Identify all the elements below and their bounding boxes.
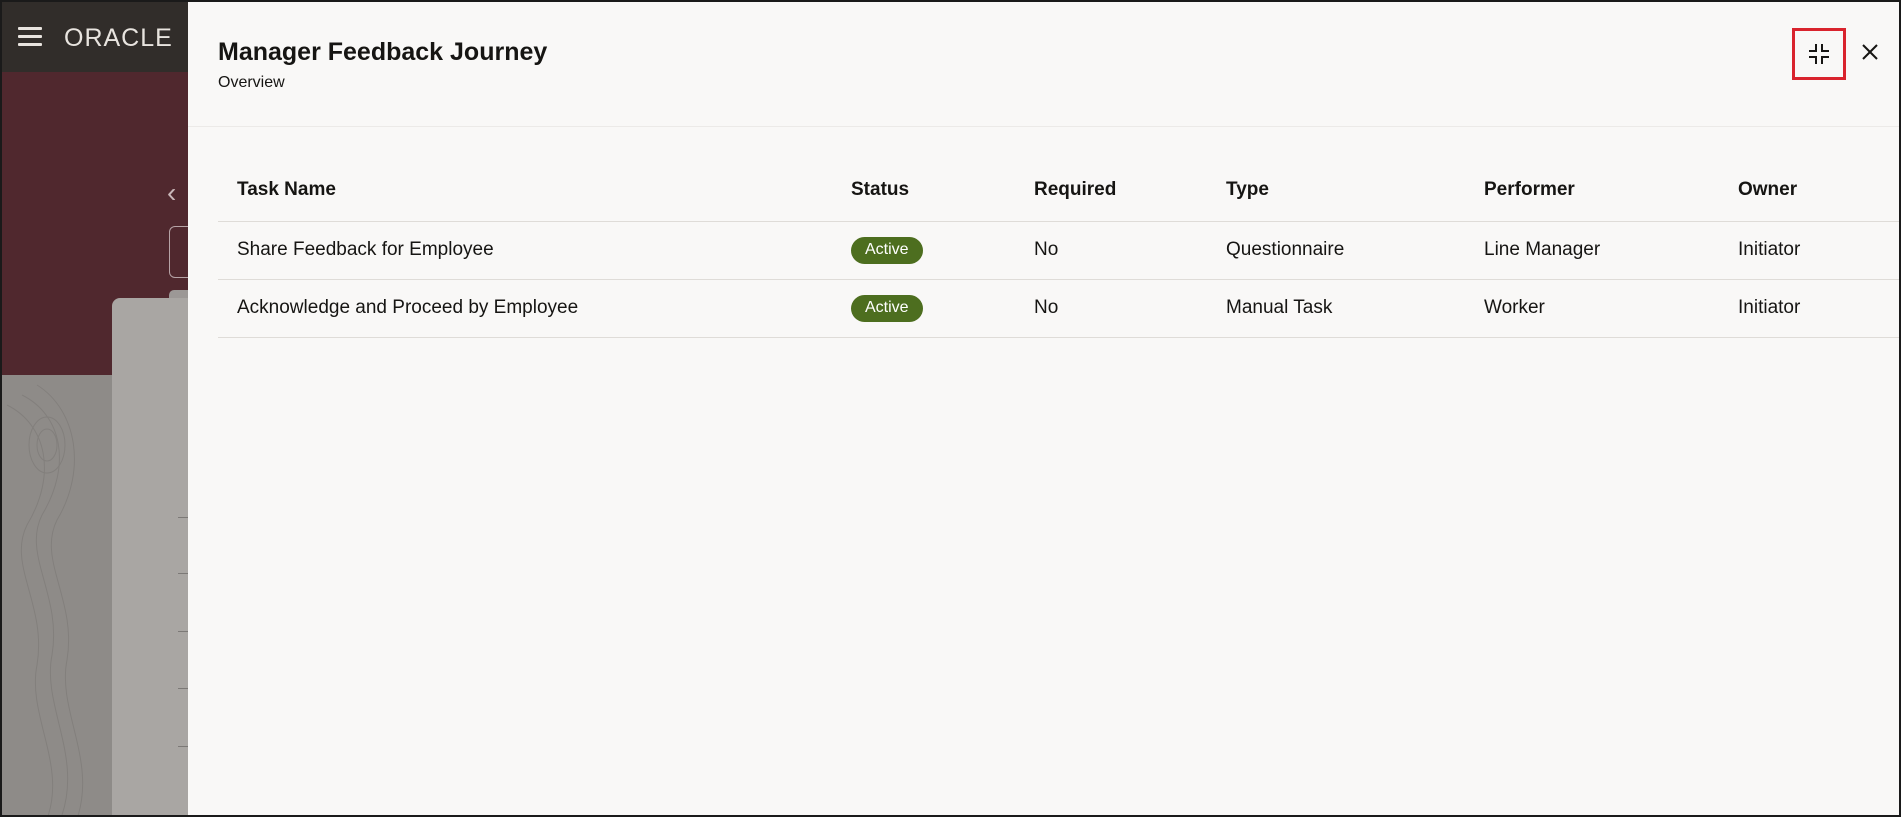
status-badge: Active (851, 236, 923, 264)
performer-cell: Worker (1465, 279, 1719, 338)
page-title: Manager Feedback Journey (218, 38, 548, 66)
back-chevron-icon[interactable]: ‹ (167, 177, 176, 209)
required-cell: No (1015, 221, 1207, 280)
required-cell: No (1015, 279, 1207, 338)
column-header-performer[interactable]: Performer (1465, 160, 1719, 222)
table-row[interactable]: Acknowledge and Proceed by Employee Acti… (218, 279, 1899, 338)
column-header-required[interactable]: Required (1015, 160, 1207, 222)
owner-cell: Initiator (1719, 221, 1899, 280)
close-button[interactable] (1854, 36, 1886, 68)
oracle-logo: ORACLE (64, 24, 173, 52)
table-row[interactable]: Share Feedback for Employee Active No Qu… (218, 221, 1899, 280)
status-cell: Active (832, 221, 1015, 280)
task-name-cell: Acknowledge and Proceed by Employee (218, 279, 832, 338)
column-header-status[interactable]: Status (832, 160, 1015, 222)
type-cell: Manual Task (1207, 279, 1465, 338)
topography-pattern (6, 384, 84, 815)
performer-cell: Line Manager (1465, 221, 1719, 280)
status-cell: Active (832, 279, 1015, 338)
screen-frame: ORACLE ‹ S Manager Feedback Journey (0, 0, 1901, 817)
close-icon (1862, 44, 1878, 60)
task-table: Task Name Status Required Type Performer… (218, 160, 1899, 338)
status-badge: Active (851, 294, 923, 322)
drawer-header: Manager Feedback Journey Overview (188, 2, 1899, 127)
type-cell: Questionnaire (1207, 221, 1465, 280)
task-name-cell: Share Feedback for Employee (218, 221, 832, 280)
page-subtitle: Overview (218, 74, 285, 91)
table-header-row: Task Name Status Required Type Performer… (218, 160, 1899, 222)
hamburger-menu-icon[interactable] (18, 27, 42, 47)
column-header-type[interactable]: Type (1207, 160, 1465, 222)
column-header-task-name[interactable]: Task Name (218, 160, 832, 222)
collapse-icon (1809, 44, 1829, 64)
column-header-owner[interactable]: Owner (1719, 160, 1899, 222)
collapse-button[interactable] (1792, 28, 1846, 80)
journey-overview-drawer: Manager Feedback Journey Overview Task N… (188, 2, 1899, 815)
owner-cell: Initiator (1719, 279, 1899, 338)
